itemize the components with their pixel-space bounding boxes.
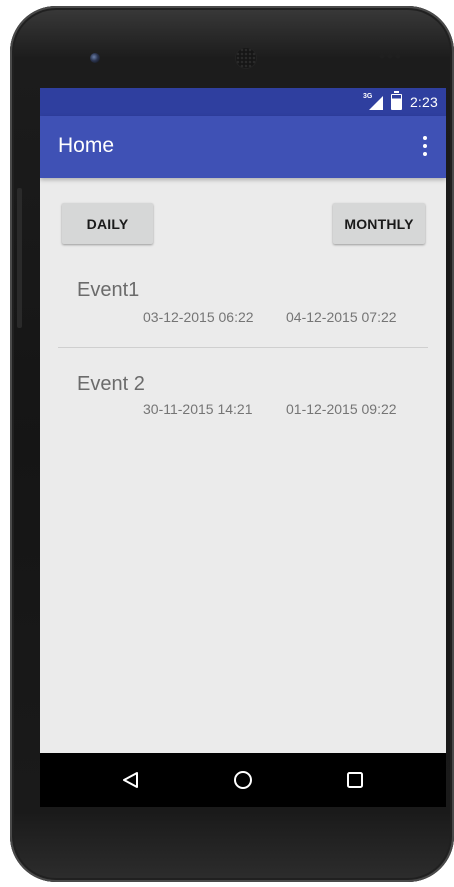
status-clock: 2:23 xyxy=(409,94,438,110)
event-end-time: 01-12-2015 09:22 xyxy=(286,401,397,417)
status-bar: 3G 2:23 xyxy=(40,88,446,116)
screen: 3G 2:23 Home DAILY MONTHLY Event1 03-12-… xyxy=(40,88,446,807)
more-vert-icon[interactable] xyxy=(422,136,428,156)
status-icons: 3G 2:23 xyxy=(363,88,438,116)
event-start-time: 03-12-2015 06:22 xyxy=(143,309,254,325)
event-name: Event 2 xyxy=(77,373,145,395)
recents-icon[interactable] xyxy=(338,764,374,796)
battery-icon xyxy=(390,91,402,110)
list-item[interactable]: Event 2 30-11-2015 14:21 01-12-2015 09:2… xyxy=(58,368,428,438)
overflow-dot xyxy=(423,152,427,156)
list-divider xyxy=(58,347,428,348)
signal-strength-icon xyxy=(368,96,383,110)
proximity-sensor xyxy=(378,53,400,59)
event-start-time: 30-11-2015 14:21 xyxy=(143,401,253,417)
back-icon[interactable] xyxy=(113,764,149,796)
navigation-bar xyxy=(40,753,446,807)
monthly-button[interactable]: MONTHLY xyxy=(333,203,425,244)
page-title: Home xyxy=(58,134,115,157)
overflow-dot xyxy=(423,136,427,140)
event-name: Event1 xyxy=(77,279,140,301)
home-icon[interactable] xyxy=(226,764,262,796)
daily-button[interactable]: DAILY xyxy=(62,203,153,244)
power-button xyxy=(17,188,22,328)
list-item[interactable]: Event1 03-12-2015 06:22 04-12-2015 07:22 xyxy=(58,273,428,343)
event-end-time: 04-12-2015 07:22 xyxy=(286,309,397,325)
app-bar: Home xyxy=(40,116,446,178)
earpiece-speaker xyxy=(236,48,256,68)
signal-icon: 3G xyxy=(363,93,383,110)
phone-frame: 3G 2:23 Home DAILY MONTHLY Event1 03-12-… xyxy=(10,6,454,882)
overflow-dot xyxy=(423,144,427,148)
front-camera xyxy=(90,53,100,63)
